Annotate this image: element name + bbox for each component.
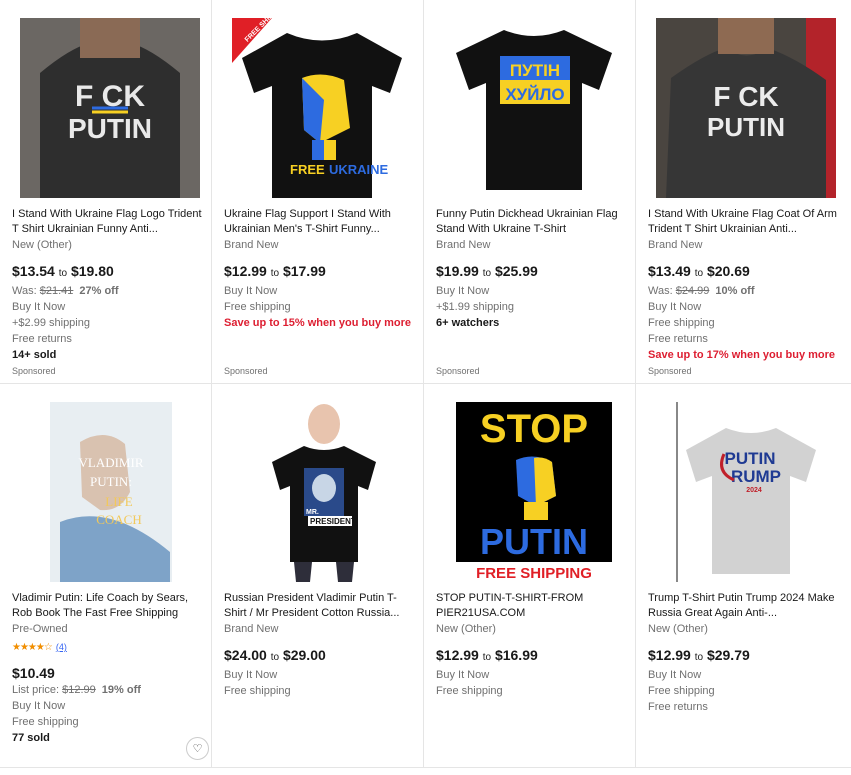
listing-price: $13.49 to $20.69 [648, 263, 750, 279]
svg-text:PRESIDENT: PRESIDENT [310, 517, 356, 526]
listing-title[interactable]: I Stand With Ukraine Flag Coat Of Arm Tr… [648, 207, 843, 237]
listing-card[interactable]: PUTIN RUMP 2024 Trump T-Shirt Putin Trum… [636, 384, 851, 768]
listing-condition: Brand New [648, 239, 703, 251]
listing-title[interactable]: Trump T-Shirt Putin Trump 2024 Make Russ… [648, 591, 843, 621]
svg-text:LIFE: LIFE [105, 494, 133, 509]
sponsored-label: Sponsored [224, 366, 268, 376]
buy-format: Buy It Now [224, 285, 278, 297]
buy-format: Buy It Now [648, 669, 702, 681]
listing-condition: Pre-Owned [12, 623, 68, 635]
listing-condition: Brand New [224, 239, 279, 251]
returns-info: Free returns [12, 333, 72, 345]
listing-condition: New (Other) [436, 623, 496, 635]
buy-format: Buy It Now [12, 700, 66, 712]
listing-title[interactable]: Russian President Vladimir Putin T-Shirt… [224, 591, 415, 621]
listing-card[interactable]: VLADIMIR PUTIN: LIFE COACH Vladimir Puti… [0, 384, 212, 768]
listing-condition: Brand New [436, 239, 491, 251]
shipping-info: Free shipping [224, 685, 291, 697]
listing-card[interactable]: F CK PUTIN I Stand With Ukraine Flag Coa… [636, 0, 851, 384]
sold-count: 14+ sold [12, 349, 57, 361]
svg-text:PUTIN: PUTIN [707, 112, 785, 142]
listing-price: $19.99 to $25.99 [436, 263, 538, 279]
svg-text:ПУТІН: ПУТІН [510, 61, 560, 80]
listing-image[interactable]: PUTIN RUMP 2024 [656, 402, 836, 582]
shipping-info: +$2.99 shipping [12, 317, 90, 329]
listing-price: $12.99 to $17.99 [224, 263, 326, 279]
shipping-info: Free shipping [224, 301, 291, 313]
listing-image[interactable]: FREE SHIPPING FREE UKRAINE [232, 18, 412, 198]
svg-text:UKRAINE: UKRAINE [329, 162, 389, 177]
svg-text:ХУЙЛО: ХУЙЛО [505, 85, 564, 104]
svg-text:COACH: COACH [96, 512, 142, 527]
listing-title[interactable]: I Stand With Ukraine Flag Logo Trident T… [12, 207, 203, 237]
sponsored-label: Sponsored [436, 366, 480, 376]
listing-image[interactable]: MR. PRESIDENT [232, 402, 412, 582]
listing-price: $12.99 to $16.99 [436, 647, 538, 663]
svg-text:FREE: FREE [290, 162, 325, 177]
listing-image[interactable]: F CK PUTIN [20, 18, 200, 198]
buy-format: Buy It Now [436, 285, 490, 297]
returns-info: Free returns [648, 701, 708, 713]
listing-price: $12.99 to $29.79 [648, 647, 750, 663]
listing-condition: Brand New [224, 623, 279, 635]
sponsored-label: Sponsored [12, 366, 56, 376]
review-count-link[interactable]: (4) [56, 642, 67, 652]
listing-title[interactable]: STOP PUTIN-T-SHIRT-FROM PIER21USA.COM [436, 591, 627, 621]
svg-text:F CK: F CK [713, 81, 778, 112]
svg-text:PUTIN: PUTIN [480, 521, 588, 562]
listing-title[interactable]: Funny Putin Dickhead Ukrainian Flag Stan… [436, 207, 627, 237]
buy-format: Buy It Now [224, 669, 278, 681]
listing-card[interactable]: F CK PUTIN I Stand With Ukraine Flag Log… [0, 0, 212, 384]
watchers-count: 6+ watchers [436, 317, 500, 329]
buy-format: Buy It Now [436, 669, 490, 681]
list-price: List price: $12.99 19% off [12, 684, 141, 696]
listing-title[interactable]: Vladimir Putin: Life Coach by Sears, Rob… [12, 591, 203, 621]
sold-count: 77 sold [12, 732, 50, 744]
listing-condition: New (Other) [12, 239, 72, 251]
svg-text:STOP: STOP [480, 407, 588, 451]
listing-card[interactable]: FREE SHIPPING FREE UKRAINE Ukraine Flag … [212, 0, 424, 384]
listing-condition: New (Other) [648, 623, 708, 635]
returns-info: Free returns [648, 333, 708, 345]
rating[interactable]: ★★★★☆ (4) [12, 640, 203, 654]
sponsored-label: Sponsored [648, 366, 692, 376]
shipping-info: Free shipping [648, 685, 715, 697]
listing-image[interactable]: VLADIMIR PUTIN: LIFE COACH [20, 402, 200, 582]
svg-text:PUTIN:: PUTIN: [90, 474, 132, 489]
svg-text:VLADIMIR: VLADIMIR [79, 455, 144, 470]
was-price: Was: $24.99 10% off [648, 285, 755, 297]
listing-price: $24.00 to $29.00 [224, 647, 326, 663]
listing-card[interactable]: MR. PRESIDENT Russian President Vladimir… [212, 384, 424, 768]
svg-text:FREE SHIPPING: FREE SHIPPING [476, 565, 592, 582]
was-price: Was: $21.41 27% off [12, 285, 119, 297]
listing-card[interactable]: STOP PUTIN FREE SHIPPING STOP PUTIN-T-SH… [424, 384, 636, 768]
svg-text:RUMP: RUMP [731, 467, 781, 486]
svg-text:MR.: MR. [306, 509, 319, 516]
shipping-info: +$1.99 shipping [436, 301, 514, 313]
listing-image[interactable]: ПУТІН ХУЙЛО [444, 18, 624, 198]
shipping-info: Free shipping [648, 317, 715, 329]
buy-format: Buy It Now [12, 301, 66, 313]
svg-text:PUTIN: PUTIN [725, 449, 776, 468]
listing-price: $13.54 to $19.80 [12, 263, 114, 279]
shipping-info: Free shipping [12, 716, 79, 728]
watchlist-heart-icon[interactable]: ♡ [186, 737, 209, 760]
shipping-info: Free shipping [436, 685, 503, 697]
promo-text[interactable]: Save up to 15% when you buy more [224, 315, 415, 331]
listing-price: $10.49 [12, 665, 55, 681]
listing-image[interactable]: STOP PUTIN FREE SHIPPING [444, 402, 624, 582]
buy-format: Buy It Now [648, 301, 702, 313]
listing-card[interactable]: ПУТІН ХУЙЛО Funny Putin Dickhead Ukraini… [424, 0, 636, 384]
svg-text:2024: 2024 [746, 487, 762, 494]
svg-text:PUTIN: PUTIN [68, 113, 152, 144]
search-results-grid: F CK PUTIN I Stand With Ukraine Flag Log… [0, 0, 851, 775]
promo-text[interactable]: Save up to 17% when you buy more [648, 347, 843, 363]
listing-title[interactable]: Ukraine Flag Support I Stand With Ukrain… [224, 207, 415, 237]
star-rating-icon: ★★★★☆ [12, 641, 53, 653]
listing-image[interactable]: F CK PUTIN [656, 18, 836, 198]
